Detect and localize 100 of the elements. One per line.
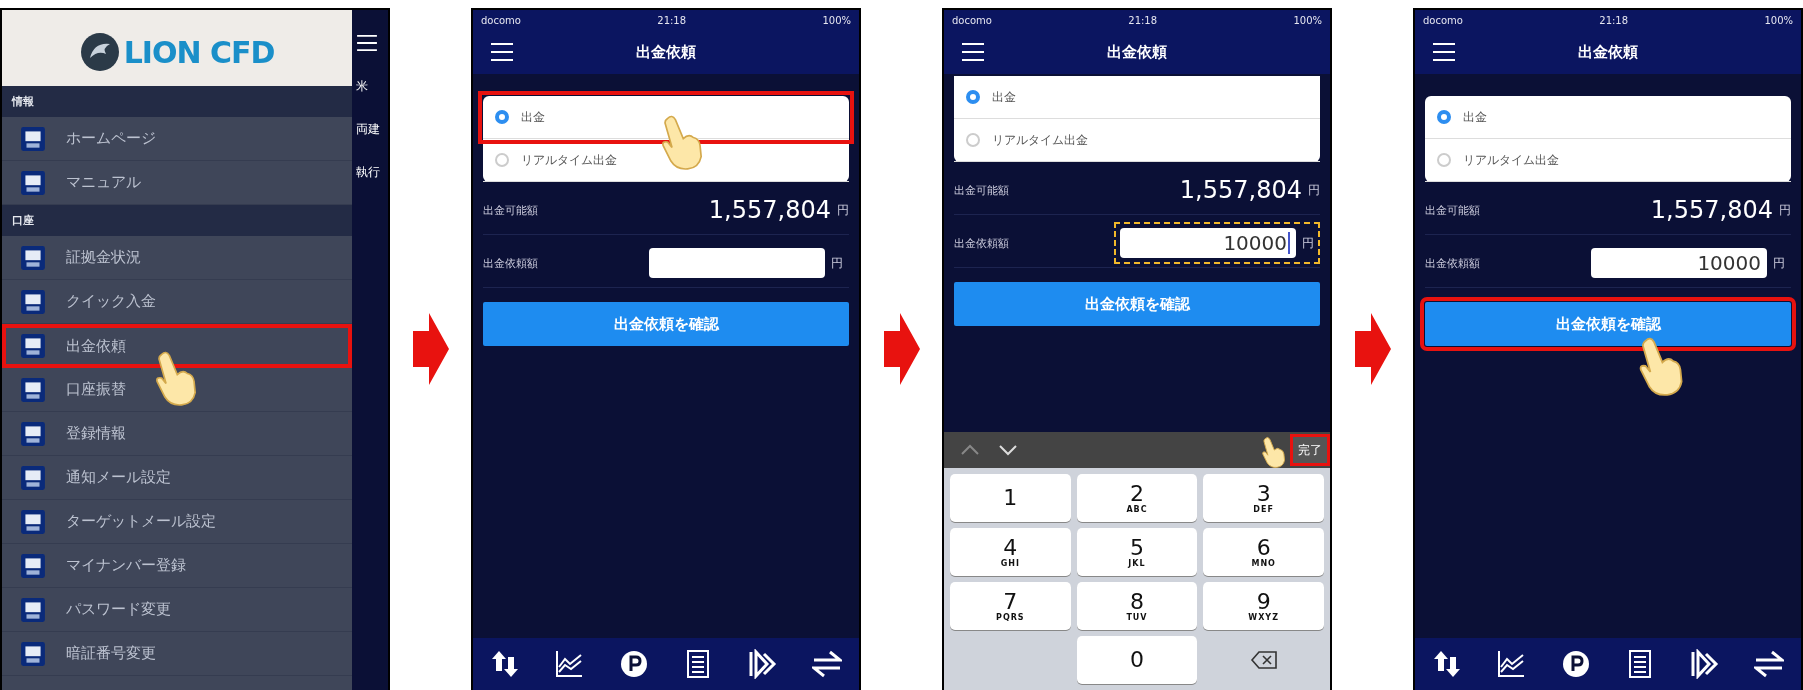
carrier-label: docomo bbox=[952, 14, 992, 26]
done-button[interactable]: 完了 bbox=[1290, 434, 1330, 466]
field-label: 出金依頼額 bbox=[954, 235, 1010, 251]
radio-button[interactable] bbox=[495, 153, 509, 167]
line-chart-icon[interactable] bbox=[554, 649, 585, 679]
chevron-down-icon[interactable] bbox=[998, 444, 1018, 456]
carrier-label: docomo bbox=[481, 14, 521, 26]
battery-label: 100% bbox=[1764, 14, 1793, 26]
radio-option[interactable]: 出金 bbox=[954, 76, 1320, 119]
field-label: 出金可能額 bbox=[483, 202, 539, 218]
amount-input-field[interactable]: 10000 bbox=[1591, 248, 1767, 278]
amount-input-field[interactable] bbox=[649, 248, 825, 278]
keypad-key[interactable]: 2 ABC bbox=[1076, 474, 1198, 522]
option-label: 出金 bbox=[992, 88, 1016, 106]
menu-item[interactable]: ホームページ bbox=[2, 117, 352, 161]
amount-value: 1,557,804 bbox=[1650, 196, 1773, 224]
menu-item[interactable]: マイナンバー登録 bbox=[2, 544, 352, 588]
menu-item-icon bbox=[20, 420, 46, 447]
radio-button[interactable] bbox=[1437, 110, 1451, 124]
amount-value: 1,557,804 bbox=[1179, 176, 1302, 204]
amount-value: 1,557,804 bbox=[708, 196, 831, 224]
keypad-key[interactable]: 6 MNO bbox=[1203, 528, 1324, 576]
keypad-key[interactable]: 4 GHI bbox=[950, 528, 1071, 576]
menu-item-icon bbox=[20, 596, 46, 623]
option-label: リアルタイム出金 bbox=[521, 151, 617, 169]
menu-item[interactable]: 出金依頼 bbox=[2, 324, 352, 368]
pointing-hand-icon bbox=[1260, 436, 1286, 468]
line-chart-icon[interactable] bbox=[1496, 649, 1527, 679]
up-down-arrows-icon[interactable] bbox=[1432, 649, 1463, 679]
keypad-key[interactable]: 7 PQRS bbox=[950, 582, 1071, 630]
radio-option[interactable]: リアルタイム出金 bbox=[1425, 139, 1791, 182]
menu-item[interactable]: ターゲットメール設定 bbox=[2, 500, 352, 544]
menu-icon[interactable] bbox=[960, 42, 986, 62]
keypad-key[interactable]: 5 JKL bbox=[1076, 528, 1198, 576]
amount-input-field[interactable]: 10000 bbox=[1120, 228, 1296, 258]
logo-text: LION CFD bbox=[123, 34, 275, 70]
option-label: リアルタイム出金 bbox=[1463, 151, 1559, 169]
option-label: 出金 bbox=[1463, 108, 1487, 126]
fast-forward-icon[interactable] bbox=[747, 649, 778, 679]
menu-item-icon bbox=[20, 333, 46, 359]
menu-item-icon bbox=[20, 376, 46, 403]
cropped-label: 両建 bbox=[356, 121, 381, 138]
menu-item-icon bbox=[20, 640, 46, 667]
currency-label: 円 bbox=[1779, 201, 1791, 219]
lion-logo-icon bbox=[79, 32, 120, 72]
menu-icon bbox=[356, 34, 378, 52]
clock-label: 21:18 bbox=[1128, 14, 1158, 26]
currency-label: 円 bbox=[837, 201, 849, 219]
radio-button[interactable] bbox=[966, 90, 980, 104]
keypad-key[interactable]: 8 TUV bbox=[1076, 582, 1198, 630]
swap-arrows-icon[interactable] bbox=[811, 649, 842, 679]
radio-option[interactable]: リアルタイム出金 bbox=[483, 139, 849, 182]
menu-item[interactable]: 暗証番号変更 bbox=[2, 632, 352, 676]
menu-item-icon bbox=[20, 464, 46, 491]
currency-label: 円 bbox=[1308, 181, 1320, 199]
battery-label: 100% bbox=[1293, 14, 1322, 26]
backspace-icon bbox=[1249, 650, 1278, 670]
radio-option[interactable]: 出金 bbox=[483, 96, 849, 139]
screen-title: 出金依頼 bbox=[636, 42, 696, 62]
clock-label: 21:18 bbox=[1599, 14, 1629, 26]
keypad-key[interactable]: 0 bbox=[1076, 636, 1198, 684]
menu-icon[interactable] bbox=[489, 42, 515, 62]
menu-item[interactable]: クイック入金 bbox=[2, 280, 352, 324]
keypad-key[interactable]: 3 DEF bbox=[1203, 474, 1324, 522]
chevron-up-icon[interactable] bbox=[960, 444, 980, 456]
menu-item-icon bbox=[20, 508, 46, 535]
radio-button[interactable] bbox=[966, 133, 980, 147]
menu-icon[interactable] bbox=[1431, 42, 1457, 62]
menu-item[interactable]: 通知メール設定 bbox=[2, 456, 352, 500]
menu-item-icon bbox=[20, 288, 46, 315]
keypad-key[interactable]: 9 WXYZ bbox=[1203, 582, 1324, 630]
menu-item-icon bbox=[20, 125, 46, 152]
menu-item[interactable]: パスワード変更 bbox=[2, 588, 352, 632]
field-label: 出金可能額 bbox=[954, 182, 1010, 198]
radio-button[interactable] bbox=[1437, 153, 1451, 167]
keypad-key[interactable]: 1 bbox=[950, 474, 1071, 522]
currency-label: 円 bbox=[1302, 234, 1314, 252]
screen-title: 出金依頼 bbox=[1107, 42, 1167, 62]
radio-option[interactable]: リアルタイム出金 bbox=[954, 119, 1320, 162]
menu-item[interactable]: 口座振替 bbox=[2, 368, 352, 412]
field-label: 出金可能額 bbox=[1425, 202, 1481, 218]
radio-option[interactable]: 出金 bbox=[1425, 96, 1791, 139]
menu-item[interactable]: 証拠金状況 bbox=[2, 236, 352, 280]
menu-item[interactable]: 登録情報 bbox=[2, 412, 352, 456]
currency-label: 円 bbox=[831, 254, 843, 272]
clock-label: 21:18 bbox=[657, 14, 687, 26]
carrier-label: docomo bbox=[1423, 14, 1463, 26]
up-down-arrows-icon[interactable] bbox=[490, 649, 521, 679]
p-circle-icon[interactable] bbox=[1560, 649, 1591, 679]
radio-button[interactable] bbox=[495, 110, 509, 124]
p-circle-icon[interactable] bbox=[618, 649, 649, 679]
menu-item-icon bbox=[20, 169, 46, 196]
option-label: リアルタイム出金 bbox=[992, 131, 1088, 149]
fast-forward-icon[interactable] bbox=[1689, 649, 1720, 679]
battery-label: 100% bbox=[822, 14, 851, 26]
field-label: 出金依頼額 bbox=[1425, 255, 1481, 271]
section-header: 口座 bbox=[2, 205, 352, 236]
swap-arrows-icon[interactable] bbox=[1753, 649, 1784, 679]
menu-item-icon bbox=[20, 552, 46, 579]
section-header: 情報 bbox=[2, 86, 352, 117]
